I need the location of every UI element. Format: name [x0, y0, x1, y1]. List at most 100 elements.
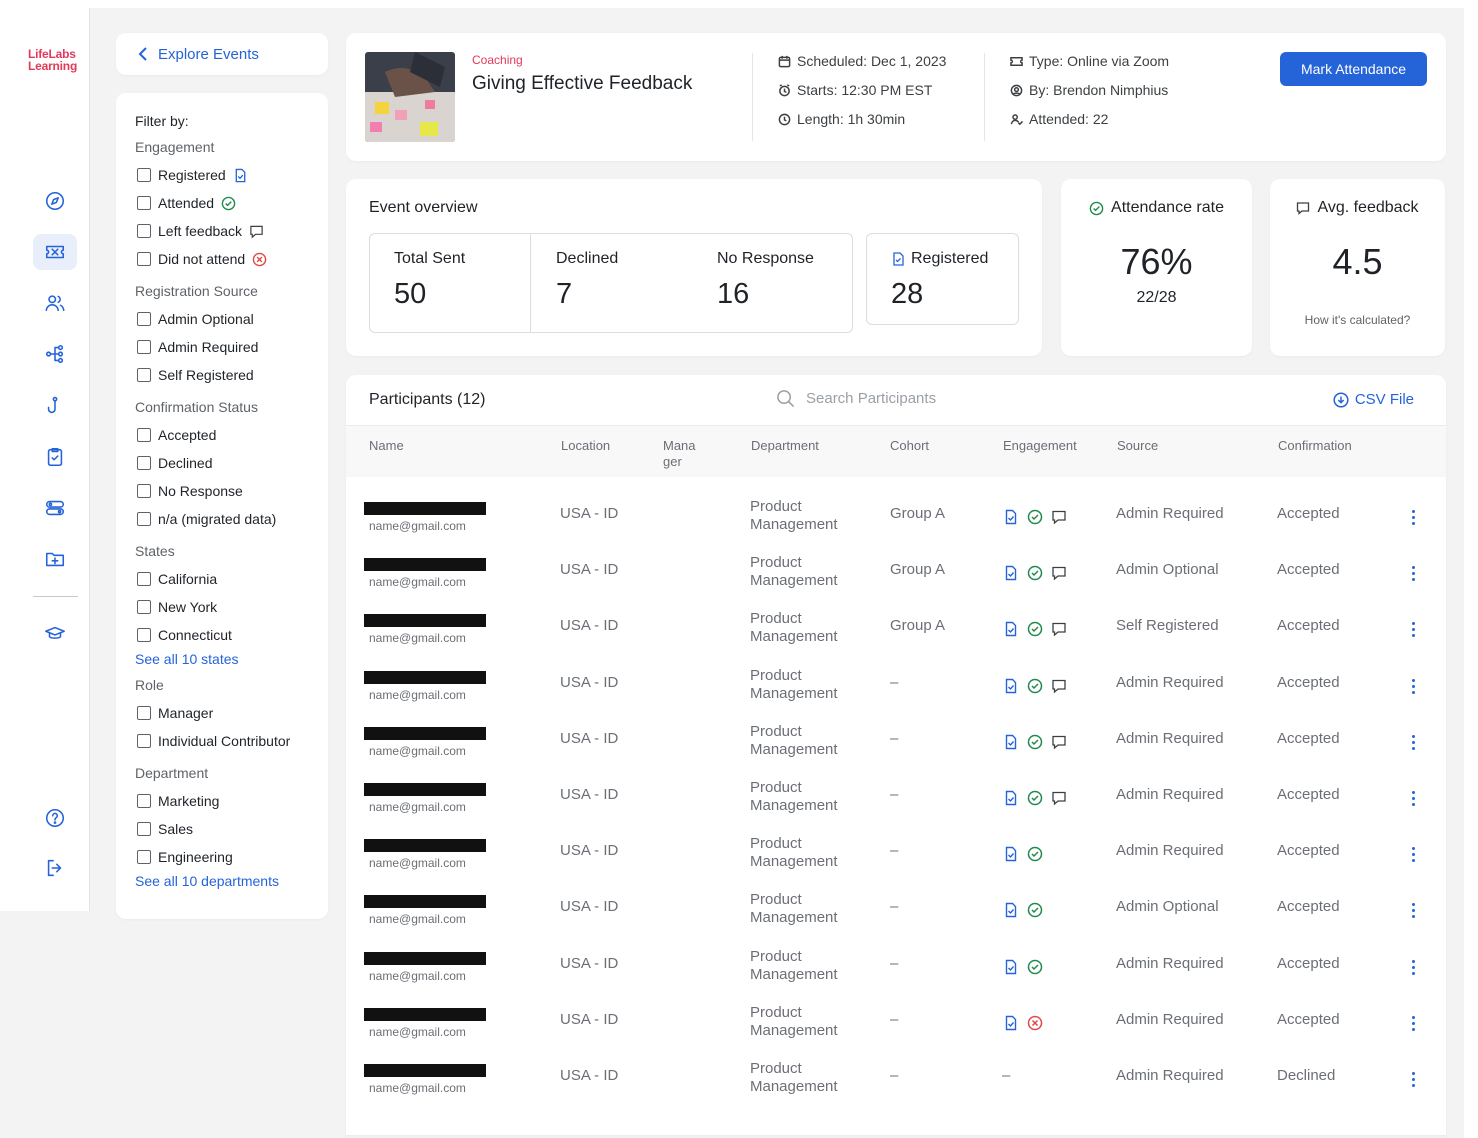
filter-checkbox[interactable]: Registered: [137, 161, 328, 189]
table-row[interactable]: name@gmail.com USA - ID Product Managemen…: [346, 723, 1446, 779]
table-row[interactable]: name@gmail.com USA - ID Product Managemen…: [346, 948, 1446, 1004]
filter-checkbox[interactable]: California: [137, 565, 328, 593]
row-menu-icon[interactable]: [1412, 959, 1416, 976]
table-row[interactable]: name@gmail.com USA - ID Product Managemen…: [346, 498, 1446, 554]
filter-checkbox[interactable]: n/a (migrated data): [137, 505, 328, 533]
see-all-link[interactable]: See all 10 states: [135, 651, 328, 667]
filter-checkbox[interactable]: Self Registered: [137, 361, 328, 389]
row-menu-icon[interactable]: [1412, 734, 1416, 751]
filter-checkbox[interactable]: Accepted: [137, 421, 328, 449]
filter-checkbox[interactable]: Declined: [137, 449, 328, 477]
checkbox[interactable]: [137, 628, 151, 642]
filter-checkbox[interactable]: No Response: [137, 477, 328, 505]
filter-checkbox[interactable]: Manager: [137, 699, 328, 727]
checkbox[interactable]: [137, 368, 151, 382]
feedback-comment-icon: [1052, 735, 1066, 750]
filters-panel: Filter by: Engagement Registered Attended L…: [116, 93, 328, 919]
column-header[interactable]: Confirmation: [1278, 438, 1352, 454]
checkbox[interactable]: [137, 252, 151, 266]
compass-icon[interactable]: [33, 183, 77, 219]
checkbox[interactable]: [137, 428, 151, 442]
filter-checkbox[interactable]: New York: [137, 593, 328, 621]
column-header[interactable]: Location: [561, 438, 610, 454]
row-menu-icon[interactable]: [1412, 622, 1416, 638]
department-cell: Product Management: [750, 666, 838, 702]
column-header[interactable]: Cohort: [890, 438, 929, 454]
checkbox[interactable]: [137, 456, 151, 470]
table-row[interactable]: name@gmail.com USA - ID Product Managemen…: [346, 1004, 1446, 1060]
ticket-icon[interactable]: [33, 234, 77, 270]
how-calculated-link[interactable]: How it's calculated?: [1270, 313, 1445, 327]
filter-group-label: Department: [135, 765, 209, 781]
filter-checkbox[interactable]: Admin Required: [137, 333, 328, 361]
org-chart-icon[interactable]: [33, 336, 77, 372]
row-menu-icon[interactable]: [1412, 510, 1416, 526]
checkbox[interactable]: [137, 340, 151, 354]
filter-checkbox[interactable]: Admin Optional: [137, 305, 328, 333]
filter-checkbox[interactable]: Individual Contributor: [137, 727, 328, 755]
filter-checkbox[interactable]: Engineering: [137, 843, 328, 871]
search-input[interactable]: Search Participants: [776, 389, 936, 408]
row-menu-icon[interactable]: [1412, 903, 1416, 919]
lifelabs-logo[interactable]: LifeLabs Learning: [28, 48, 77, 72]
source-cell: Admin Required: [1116, 954, 1224, 972]
department-cell: Product Management: [750, 610, 838, 646]
filter-checkbox[interactable]: Sales: [137, 815, 328, 843]
table-row[interactable]: name@gmail.com USA - ID Product Managemen…: [346, 779, 1446, 835]
table-row[interactable]: name@gmail.com USA - ID Product Managemen…: [346, 891, 1446, 947]
checkbox[interactable]: [137, 734, 151, 748]
hook-icon[interactable]: [33, 388, 77, 424]
checkbox[interactable]: [137, 706, 151, 720]
mark-attendance-button[interactable]: Mark Attendance: [1280, 52, 1427, 86]
checkbox[interactable]: [137, 168, 151, 182]
filter-checkbox[interactable]: Attended: [137, 189, 328, 217]
graduation-cap-icon[interactable]: [33, 616, 77, 652]
source-cell: Admin Required: [1116, 673, 1224, 691]
filter-checkbox[interactable]: Connecticut: [137, 621, 328, 649]
users-icon[interactable]: [33, 285, 77, 321]
table-row[interactable]: name@gmail.com USA - ID Product Managemen…: [346, 1060, 1446, 1116]
row-menu-icon[interactable]: [1412, 791, 1416, 807]
column-header[interactable]: Engagement: [1003, 438, 1077, 454]
checkbox[interactable]: [137, 850, 151, 864]
explore-events-back-link[interactable]: Explore Events: [116, 33, 328, 75]
event-category: Coaching: [472, 53, 523, 67]
checkbox[interactable]: [137, 600, 151, 614]
clipboard-check-icon[interactable]: [33, 439, 77, 475]
row-menu-icon[interactable]: [1412, 847, 1416, 863]
filter-checkbox[interactable]: Did not attend: [137, 245, 328, 273]
table-row[interactable]: name@gmail.com USA - ID Product Managemen…: [346, 554, 1446, 610]
filter-label: Self Registered: [158, 367, 254, 383]
table-row[interactable]: name@gmail.com USA - ID Product Managemen…: [346, 667, 1446, 723]
registered-doc-icon: [1005, 846, 1017, 862]
checkbox[interactable]: [137, 572, 151, 586]
column-header[interactable]: Mana ger: [663, 438, 703, 470]
table-row[interactable]: name@gmail.com USA - ID Product Managemen…: [346, 835, 1446, 891]
checkbox[interactable]: [137, 312, 151, 326]
see-all-link[interactable]: See all 10 departments: [135, 873, 328, 889]
help-icon[interactable]: [33, 800, 77, 836]
row-menu-icon[interactable]: [1412, 566, 1416, 582]
checkbox[interactable]: [137, 794, 151, 808]
column-header[interactable]: Source: [1117, 438, 1158, 454]
filter-checkbox[interactable]: Left feedback: [137, 217, 328, 245]
table-row[interactable]: name@gmail.com USA - ID Product Managemen…: [346, 610, 1446, 666]
logout-icon[interactable]: [33, 850, 77, 886]
toggle-list-icon[interactable]: [33, 490, 77, 526]
checkbox[interactable]: [137, 224, 151, 238]
column-header[interactable]: Name: [369, 438, 404, 454]
checkbox[interactable]: [137, 196, 151, 210]
row-menu-icon[interactable]: [1412, 1015, 1416, 1032]
csv-download-button[interactable]: CSV File: [1333, 391, 1414, 408]
row-menu-icon[interactable]: [1412, 1072, 1416, 1088]
row-menu-icon[interactable]: [1412, 678, 1416, 695]
filter-group-label: Engagement: [135, 139, 215, 155]
folder-add-icon[interactable]: [33, 541, 77, 577]
checkbox[interactable]: [137, 512, 151, 526]
divider: [752, 53, 753, 141]
checkbox[interactable]: [137, 484, 151, 498]
checkbox[interactable]: [137, 822, 151, 836]
filter-checkbox[interactable]: Marketing: [137, 787, 328, 815]
scheduled-date: Scheduled: Dec 1, 2023: [797, 53, 947, 69]
column-header[interactable]: Department: [751, 438, 819, 454]
